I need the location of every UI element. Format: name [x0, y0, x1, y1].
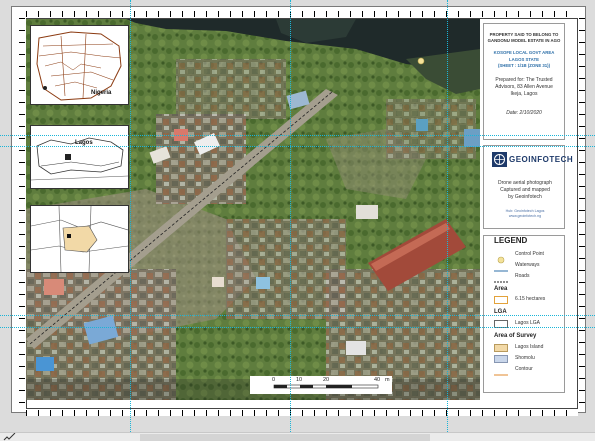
nigeria-states-map [36, 31, 122, 101]
guide-line-h2 [0, 146, 595, 147]
legend-item-shomolu: Shomolu [488, 354, 566, 364]
legend-section-survey: Area of Survey [494, 333, 537, 339]
legend-item-waterways: Waterways [488, 261, 566, 272]
legend-title: LEGEND [494, 236, 528, 245]
nigeria-label: Nigeria [91, 90, 112, 96]
area-swatch [494, 296, 508, 304]
grid-ticks-bottom [26, 410, 578, 416]
prepared-line-2: Advisors, 83 Allen Avenue [495, 84, 553, 91]
legend-item-area: 6.15 hectares [488, 295, 566, 305]
company-logo: GEOINFOTECH [492, 152, 573, 168]
legend-label-roads: Roads [515, 273, 530, 279]
title-project-line-2: GANDONU MODEL ESTATE IN AGO [487, 38, 561, 44]
title-block: PROPERTY SAID TO BELONG TO GANDONU MODEL… [483, 23, 565, 140]
scale-bar: 0 10 20 40 m [250, 376, 392, 394]
shomolu-swatch [494, 355, 508, 363]
map-date: Date: 2/10/2020 [506, 110, 542, 117]
globe-icon [492, 152, 507, 167]
horizontal-scrollbar[interactable] [140, 434, 430, 441]
waterway-line-icon [494, 262, 508, 272]
inset-nigeria: Nigeria [30, 25, 129, 105]
guide-line-h1 [0, 135, 595, 136]
guide-line-h3 [0, 315, 595, 316]
guide-line-v2 [290, 0, 291, 432]
lga-map [30, 205, 129, 273]
company-small-line-2: www.geoinfotech.ng [508, 213, 542, 218]
guide-line-v3 [447, 0, 448, 432]
legend-label-control-point: Control Point [515, 251, 544, 257]
grid-ticks-left [19, 18, 25, 409]
legend-label-contour: Contour [515, 366, 533, 372]
scale-bar-graphic [273, 384, 379, 389]
title-lga-line-3: (SHEET : 1/1B (ZONE 31)) [497, 62, 551, 68]
lagos-island-swatch [494, 344, 508, 352]
company-desc-line-3: by Geoinfotech [508, 193, 542, 200]
legend-section-area: Area [494, 286, 508, 292]
legend-item-control-point: Control Point [488, 250, 566, 264]
legend-label-area: 6.15 hectares [515, 296, 546, 302]
guide-line-h4 [0, 327, 595, 328]
grid-ticks-right [579, 18, 585, 409]
control-point-icon [494, 251, 508, 264]
contour-line-icon [494, 366, 508, 376]
company-name: GEOINFOTECH [509, 155, 574, 164]
guide-line-v1 [130, 0, 131, 432]
legend-label-lagos-island: Lagos Island [515, 344, 544, 350]
company-desc-line-1: Drone aerial photograph [498, 180, 552, 186]
control-point [417, 57, 425, 65]
company-block: GEOINFOTECH Drone aerial photograph Capt… [483, 145, 573, 229]
prepared-line-1: Prepared for: The Trusted [495, 77, 553, 84]
map-info-panel: PROPERTY SAID TO BELONG TO GANDONU MODEL… [481, 19, 573, 396]
title-lga-line-1: KOSOFE LOCAL GOVT AREA [493, 50, 555, 56]
legend-label-waterways: Waterways [515, 262, 540, 268]
status-bar [0, 432, 595, 441]
grid-ticks-top [26, 11, 578, 17]
prepared-line-3: Ikeja, Lagos [510, 91, 538, 98]
legend: LEGEND Control Point Waterways Roads Are… [483, 235, 565, 393]
legend-item-contour: Contour [488, 365, 566, 376]
road-line-icon [494, 273, 508, 283]
legend-item-lagos-island: Lagos Island [488, 343, 566, 353]
legend-item-roads: Roads [488, 272, 566, 283]
legend-label-shomolu: Shomolu [515, 355, 535, 361]
company-desc-line-2: Captured and mapped [500, 186, 550, 193]
legend-label-lga: Lagos LGA [515, 320, 541, 326]
edit-icon[interactable] [0, 432, 28, 441]
inset-lga [30, 205, 129, 273]
